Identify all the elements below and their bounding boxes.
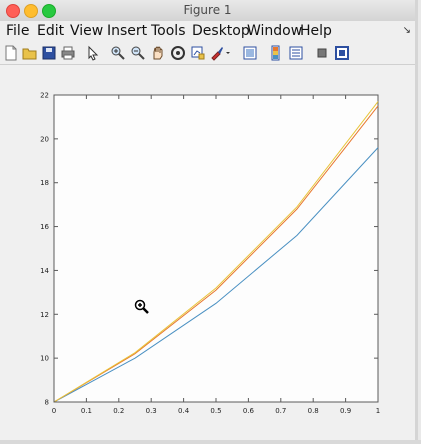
x-tick-label: 0: [52, 407, 56, 415]
y-tick-label: 18: [40, 179, 49, 187]
y-tick-label: 8: [45, 399, 49, 407]
y-tick-label: 22: [40, 92, 49, 100]
bottom-strip: [0, 440, 421, 444]
y-tick-label: 14: [40, 267, 49, 275]
x-tick-label: 0.5: [210, 407, 221, 415]
x-tick-label: 1: [376, 407, 380, 415]
y-tick-label: 12: [40, 311, 49, 319]
x-tick-label: 0.8: [308, 407, 319, 415]
x-tick-label: 0.2: [113, 407, 124, 415]
x-tick-label: 0.6: [243, 407, 255, 415]
line-chart[interactable]: 0 0.1 0.2 0.3 0.4 0.5 0.6 0.7 0.8 0.9 181012141618…: [0, 0, 421, 444]
x-tick-label: 0.4: [178, 407, 190, 415]
y-tick-label: 20: [40, 135, 49, 143]
x-tick-label: 0.3: [146, 407, 157, 415]
plot-area[interactable]: [53, 94, 379, 403]
zoom-in-cursor-icon: [134, 299, 150, 321]
x-tick-label: 0.9: [340, 407, 351, 415]
x-tick-label: 0.7: [275, 407, 286, 415]
y-tick-label: 16: [40, 223, 49, 231]
x-tick-label: 0.1: [81, 407, 92, 415]
y-tick-label: 10: [40, 355, 49, 363]
